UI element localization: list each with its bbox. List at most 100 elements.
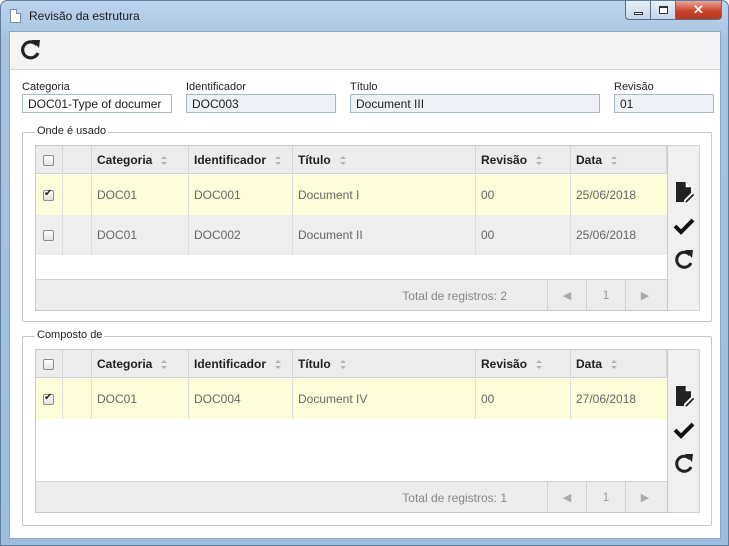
- column-revisao[interactable]: Revisão: [476, 350, 571, 378]
- grid-footer: Total de registros: 1 ◀ 1 ▶: [36, 481, 667, 512]
- title-bar[interactable]: Revisão da estrutura ✕: [1, 1, 728, 31]
- table-row[interactable]: DOC01 DOC001 Document I 00 25/06/2018: [36, 175, 667, 215]
- revisao-label: Revisão: [614, 81, 654, 93]
- arrow-right-icon: ▶: [640, 491, 650, 504]
- titulo-field[interactable]: Document III: [350, 94, 600, 113]
- row-checkbox-cell[interactable]: [36, 215, 63, 255]
- column-label: Categoria: [97, 153, 153, 167]
- refresh-icon[interactable]: [672, 452, 696, 476]
- checkbox[interactable]: [43, 358, 54, 370]
- refresh-icon[interactable]: [17, 37, 43, 63]
- total-records: Total de registros: 1: [402, 491, 507, 505]
- close-button[interactable]: ✕: [676, 1, 722, 20]
- column-label: Categoria: [97, 357, 153, 371]
- checkbox[interactable]: [43, 188, 54, 201]
- select-all-checkbox[interactable]: [36, 350, 63, 378]
- checkbox[interactable]: [43, 154, 54, 166]
- minimize-button[interactable]: [625, 1, 651, 20]
- identificador-field[interactable]: DOC003: [186, 94, 336, 113]
- blank-cell: [63, 215, 92, 255]
- column-titulo[interactable]: Título: [293, 146, 476, 174]
- used-in-legend: Onde é usado: [35, 125, 109, 137]
- sort-icon: [610, 359, 618, 369]
- window: Revisão da estrutura ✕ Categoria DOC01-T…: [0, 0, 729, 546]
- data-cell: 27/06/2018: [576, 392, 637, 406]
- prev-page-button[interactable]: ◀: [547, 280, 586, 310]
- column-data[interactable]: Data: [571, 146, 667, 174]
- page-number[interactable]: 1: [586, 482, 625, 512]
- edit-document-icon[interactable]: [672, 180, 696, 204]
- edit-document-icon[interactable]: [672, 384, 696, 408]
- column-label: Título: [298, 357, 331, 371]
- arrow-left-icon: ◀: [562, 491, 572, 504]
- blank-cell: [63, 379, 92, 419]
- composed-of-grid: Categoria Identificador Título Revisão D…: [35, 349, 668, 513]
- next-page-button[interactable]: ▶: [625, 482, 664, 512]
- used-in-grid: Categoria Identificador Título Revisão D…: [35, 145, 668, 311]
- revisao-cell: 00: [476, 175, 571, 215]
- categoria-field[interactable]: DOC01-Type of documer: [22, 94, 172, 113]
- identificador-cell: DOC002: [189, 215, 293, 255]
- maximize-icon: [658, 6, 668, 14]
- titulo-cell: Document IV: [293, 379, 476, 419]
- total-records: Total de registros: 2: [402, 289, 507, 303]
- composed-of-actions: [668, 349, 700, 513]
- prev-page-button[interactable]: ◀: [547, 482, 586, 512]
- column-identificador[interactable]: Identificador: [189, 350, 293, 378]
- checkbox[interactable]: [43, 392, 54, 405]
- composed-of-group: Composto de Categoria Identificador Títu…: [22, 329, 712, 526]
- grid-header: Categoria Identificador Título Revisão D…: [36, 350, 667, 378]
- column-label: Data: [576, 357, 603, 371]
- column-categoria[interactable]: Categoria: [92, 146, 189, 174]
- sort-icon: [274, 155, 282, 165]
- arrow-left-icon: ◀: [562, 289, 572, 302]
- sort-icon: [160, 359, 168, 369]
- document-icon: [10, 9, 21, 23]
- column-label: Identificador: [194, 153, 267, 167]
- checkbox[interactable]: [43, 229, 54, 241]
- data-cell: 25/06/2018: [576, 188, 637, 202]
- identificador-label: Identificador: [186, 81, 246, 93]
- table-row[interactable]: DOC01 DOC002 Document II 00 25/06/2018: [36, 215, 667, 255]
- next-page-button[interactable]: ▶: [625, 280, 664, 310]
- identificador-cell: DOC004: [189, 379, 293, 419]
- column-identificador[interactable]: Identificador: [189, 146, 293, 174]
- categoria-cell: DOC01: [92, 215, 189, 255]
- sort-icon: [274, 359, 282, 369]
- row-checkbox-cell[interactable]: [36, 175, 63, 215]
- revisao-field[interactable]: 01: [614, 94, 714, 113]
- refresh-icon[interactable]: [672, 248, 696, 272]
- grid-header: Categoria Identificador Título Revisão D…: [36, 146, 667, 174]
- client-area: Categoria DOC01-Type of documer Identifi…: [9, 31, 721, 539]
- column-titulo[interactable]: Título: [293, 350, 476, 378]
- minimize-icon: [633, 11, 643, 15]
- table-row[interactable]: DOC01 DOC004 Document IV 00 27/06/2018: [36, 379, 667, 419]
- categoria-cell: DOC01: [92, 175, 189, 215]
- blank-cell: [63, 175, 92, 215]
- close-icon: ✕: [693, 2, 704, 17]
- column-data[interactable]: Data: [571, 350, 667, 378]
- titulo-cell: Document II: [293, 215, 476, 255]
- page-number[interactable]: 1: [586, 280, 625, 310]
- arrow-right-icon: ▶: [640, 289, 650, 302]
- sort-icon: [339, 359, 346, 369]
- column-label: Identificador: [194, 357, 267, 371]
- maximize-button[interactable]: [651, 1, 676, 20]
- column-label: Revisão: [481, 153, 528, 167]
- column-label: Revisão: [481, 357, 528, 371]
- check-icon[interactable]: [672, 214, 696, 238]
- row-checkbox-cell[interactable]: [36, 379, 63, 419]
- column-categoria[interactable]: Categoria: [92, 350, 189, 378]
- categoria-cell: DOC01: [92, 379, 189, 419]
- revisao-cell: 00: [476, 215, 571, 255]
- sort-icon: [339, 155, 346, 165]
- column-label: Título: [298, 153, 331, 167]
- column-revisao[interactable]: Revisão: [476, 146, 571, 174]
- select-all-checkbox[interactable]: [36, 146, 63, 174]
- check-icon[interactable]: [672, 418, 696, 442]
- sort-icon: [535, 155, 543, 165]
- titulo-cell: Document I: [293, 175, 476, 215]
- identificador-cell: DOC001: [189, 175, 293, 215]
- column-blank: [63, 350, 92, 378]
- data-cell: 25/06/2018: [576, 228, 637, 242]
